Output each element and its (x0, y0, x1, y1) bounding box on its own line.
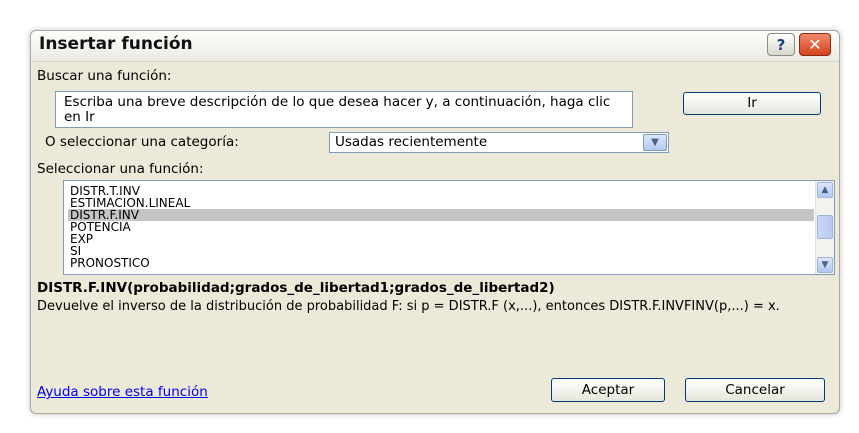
go-button[interactable]: Ir (683, 92, 821, 115)
list-item[interactable]: SI (68, 245, 814, 257)
dialog-title: Insertar función (39, 34, 193, 54)
ok-button[interactable]: Aceptar (551, 378, 665, 402)
help-link[interactable]: Ayuda sobre esta función (37, 384, 208, 400)
function-description: Devuelve el inverso de la distribución d… (37, 299, 780, 314)
list-item-selected[interactable]: DISTR.F.INV (68, 209, 814, 221)
title-bar[interactable]: Insertar función ? ✕ (31, 31, 839, 62)
list-item[interactable]: EXP (68, 233, 814, 245)
chevron-down-icon[interactable]: ▼ (643, 134, 667, 151)
category-select[interactable]: Usadas recientemente ▼ (329, 132, 669, 153)
help-button[interactable]: ? (767, 33, 795, 56)
insert-function-dialog: Insertar función ? ✕ Buscar una función:… (30, 30, 840, 414)
search-label: Buscar una función: (37, 68, 172, 84)
cancel-button[interactable]: Cancelar (685, 378, 825, 402)
list-scrollbar[interactable]: ▲ ▼ (815, 181, 834, 274)
search-input[interactable]: Escriba una breve descripción de lo que … (55, 91, 633, 128)
chevron-up-icon[interactable]: ▲ (817, 182, 833, 198)
function-signature: DISTR.F.INV(probabilidad;grados_de_liber… (37, 280, 555, 296)
function-list-label: Seleccionar una función: (37, 161, 204, 177)
close-button[interactable]: ✕ (799, 33, 831, 56)
list-item[interactable]: POTENCIA (68, 221, 814, 233)
function-list[interactable]: DISTR.T.INV ESTIMACION.LINEAL DISTR.F.IN… (63, 180, 835, 275)
list-item[interactable]: PRONOSTICO (68, 257, 814, 269)
chevron-down-icon[interactable]: ▼ (817, 257, 833, 273)
list-item[interactable]: ESTIMACION.LINEAL (68, 197, 814, 209)
category-label: O seleccionar una categoría: (45, 134, 239, 150)
scroll-thumb[interactable] (817, 215, 833, 239)
category-selected-value: Usadas recientemente (335, 134, 488, 150)
